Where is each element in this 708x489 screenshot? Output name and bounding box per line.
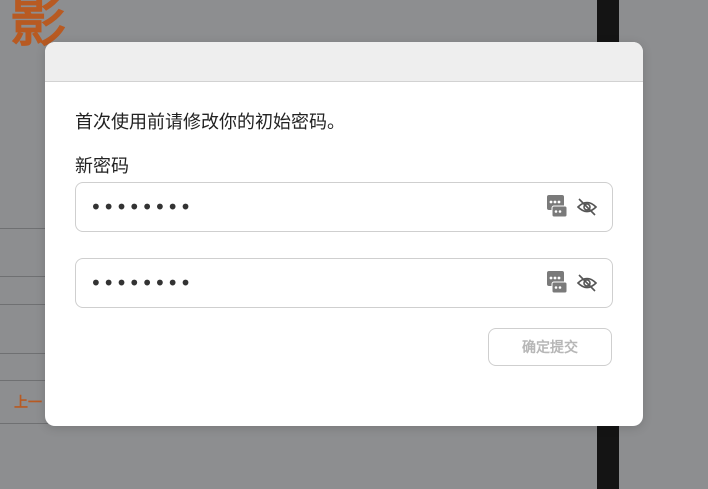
password-manager-icon[interactable]: [546, 194, 568, 218]
change-password-dialog: 首次使用前请修改你的初始密码。 新密码 •••••••• •••••••• 确定…: [45, 42, 643, 426]
background-divider: [0, 276, 48, 277]
background-divider: [0, 380, 48, 381]
background-divider: [0, 228, 48, 229]
background-divider: [0, 304, 48, 305]
new-password-field[interactable]: [75, 182, 613, 232]
confirm-password-input[interactable]: [90, 259, 530, 307]
submit-button[interactable]: 确定提交: [488, 328, 612, 366]
previous-page-link[interactable]: 上一: [14, 392, 42, 412]
eye-slash-icon[interactable]: [576, 197, 598, 217]
password-manager-icon[interactable]: [546, 270, 568, 294]
dialog-instruction: 首次使用前请修改你的初始密码。: [75, 112, 345, 133]
background-divider: [0, 353, 48, 354]
new-password-input[interactable]: [90, 183, 530, 231]
background-divider: [0, 423, 48, 424]
confirm-password-field[interactable]: [75, 258, 613, 308]
eye-slash-icon[interactable]: [576, 273, 598, 293]
dialog-header: [45, 42, 643, 82]
new-password-label: 新密码: [75, 156, 129, 177]
